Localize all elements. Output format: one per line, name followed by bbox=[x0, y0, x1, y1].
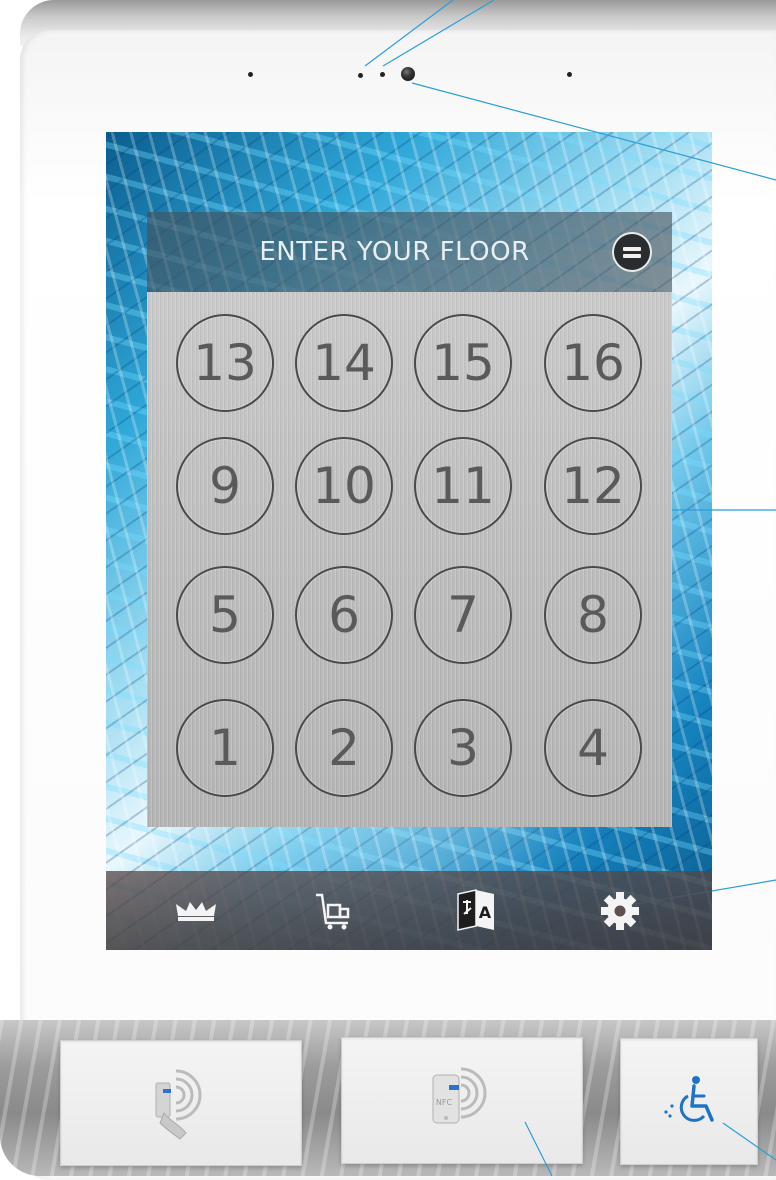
gear-icon[interactable] bbox=[580, 871, 660, 950]
nfc-phone-icon: NFC bbox=[432, 1067, 487, 1123]
sensor-dot bbox=[248, 72, 253, 77]
accessibility-button[interactable] bbox=[620, 1038, 758, 1165]
keypad-header: ENTER YOUR FLOOR bbox=[147, 212, 672, 292]
card-reader[interactable] bbox=[60, 1040, 302, 1166]
floor-button-5[interactable]: 5 bbox=[176, 566, 274, 664]
floor-button-15[interactable]: 15 bbox=[414, 314, 512, 412]
contactless-card-icon bbox=[155, 1069, 202, 1140]
floor-button-16[interactable]: 16 bbox=[544, 314, 642, 412]
floor-button-6[interactable]: 6 bbox=[295, 566, 393, 664]
wheelchair-icon bbox=[664, 1075, 714, 1122]
sensor-dot bbox=[567, 72, 572, 77]
floor-button-4[interactable]: 4 bbox=[544, 699, 642, 797]
delivery-trolley-icon[interactable] bbox=[292, 871, 372, 950]
floor-button-10[interactable]: 10 bbox=[295, 437, 393, 535]
floor-button-2[interactable]: 2 bbox=[295, 699, 393, 797]
floor-button-9[interactable]: 9 bbox=[176, 437, 274, 535]
floor-button-13[interactable]: 13 bbox=[176, 314, 274, 412]
floor-keypad: 13 14 15 16 9 10 11 12 5 6 7 8 1 2 3 4 bbox=[147, 292, 672, 827]
language-translate-icon[interactable]: A bbox=[436, 871, 516, 950]
floor-button-7[interactable]: 7 bbox=[414, 566, 512, 664]
sensor-dot bbox=[358, 73, 363, 78]
crown-icon[interactable] bbox=[156, 871, 236, 950]
translate-letter: A bbox=[479, 903, 492, 922]
keypad-title: ENTER YOUR FLOOR bbox=[259, 237, 530, 267]
bottom-toolbar: A bbox=[106, 871, 712, 950]
floor-button-8[interactable]: 8 bbox=[544, 566, 642, 664]
floor-button-11[interactable]: 11 bbox=[414, 437, 512, 535]
nfc-label: NFC bbox=[436, 1098, 453, 1107]
floor-button-14[interactable]: 14 bbox=[295, 314, 393, 412]
camera-lens bbox=[401, 67, 415, 81]
sensor-dot bbox=[380, 72, 385, 77]
menu-icon[interactable] bbox=[614, 234, 650, 270]
floor-button-3[interactable]: 3 bbox=[414, 699, 512, 797]
touch-screen: ENTER YOUR FLOOR 13 14 15 16 9 10 11 12 … bbox=[106, 132, 712, 950]
floor-button-1[interactable]: 1 bbox=[176, 699, 274, 797]
nfc-reader[interactable]: NFC bbox=[341, 1037, 583, 1164]
floor-button-12[interactable]: 12 bbox=[544, 437, 642, 535]
